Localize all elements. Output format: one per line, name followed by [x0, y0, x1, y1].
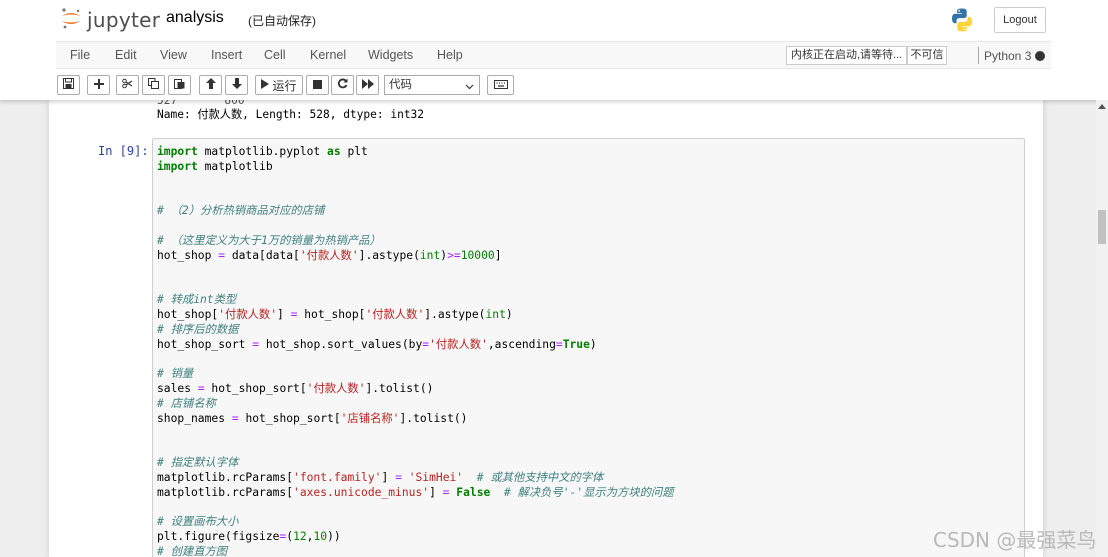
toolbar: 运行 代码 — [0, 69, 1108, 100]
menu-edit[interactable]: Edit — [115, 48, 137, 62]
kernel-busy-indicator — [1035, 51, 1045, 61]
code-cell-editor[interactable]: import matplotlib.pyplot as plt import m… — [152, 138, 1025, 557]
move-up-button[interactable] — [199, 75, 222, 95]
menu-cell[interactable]: Cell — [264, 48, 286, 62]
menu-file[interactable]: File — [70, 48, 90, 62]
trusted-indicator[interactable]: 不可信 — [907, 46, 947, 65]
interrupt-button[interactable] — [306, 75, 329, 95]
run-label: 运行 — [272, 78, 297, 93]
code-line: sales = hot_shop_sort['付款人数'].tolist() — [157, 382, 434, 395]
restart-button[interactable] — [331, 75, 354, 95]
page-scrollbar[interactable] — [1096, 100, 1108, 557]
jupyter-logo[interactable]: jupyter — [60, 7, 160, 33]
chevron-down-icon — [465, 79, 474, 97]
jupyter-logo-text: jupyter — [87, 8, 161, 32]
top-bar: jupyter analysis (已自动保存) Logout — [0, 0, 1108, 40]
cut-button[interactable] — [116, 75, 139, 95]
jupyter-logo-icon — [60, 6, 82, 35]
play-icon — [261, 76, 270, 94]
menu-widgets[interactable]: Widgets — [368, 48, 413, 62]
scrollbar-thumb[interactable] — [1098, 210, 1106, 244]
code-line: # 店铺名称 — [157, 397, 216, 410]
run-button[interactable]: 运行 — [255, 75, 303, 95]
python-logo-icon — [949, 7, 975, 38]
command-palette-button[interactable] — [487, 75, 514, 95]
code-line: # 指定默认字体 — [157, 456, 239, 469]
code-line: # 设置画布大小 — [157, 515, 239, 528]
cell-type-select[interactable]: 代码 — [384, 75, 480, 95]
arrow-up-icon — [205, 76, 216, 94]
move-down-button[interactable] — [225, 75, 248, 95]
kernel-name: Python 3 — [984, 49, 1032, 63]
output-line: 527 800 — [157, 100, 245, 107]
stop-icon — [313, 76, 322, 94]
plus-icon — [93, 76, 104, 94]
code-line: # 销量 — [157, 367, 194, 380]
code-line: # （2）分析热销商品对应的店铺 — [157, 204, 325, 217]
code-line: # 排序后的数据 — [157, 323, 239, 336]
kernel-status-message[interactable]: 内核正在启动,请等待... — [786, 46, 908, 65]
keyboard-icon — [493, 76, 508, 94]
input-prompt: In [9]: — [98, 144, 149, 158]
code-line: plt.figure(figsize=(12,10)) — [157, 530, 341, 543]
notebook-container: 527 800 Name: 付款人数, Length: 528, dtype: … — [49, 100, 1043, 557]
copy-icon — [148, 76, 159, 94]
code-line: shop_names = hot_shop_sort['店铺名称'].tolis… — [157, 412, 468, 425]
restart-run-all-button[interactable] — [356, 75, 379, 95]
paste-button[interactable] — [168, 75, 191, 95]
save-icon — [63, 76, 74, 94]
cell-type-value: 代码 — [389, 79, 412, 91]
menu-kernel[interactable]: Kernel — [310, 48, 346, 62]
logout-button[interactable]: Logout — [994, 7, 1046, 33]
scroll-up-arrow-icon[interactable] — [1098, 104, 1106, 109]
code-line: import matplotlib — [157, 160, 273, 173]
notebook-name[interactable]: analysis — [166, 9, 224, 27]
code-line: matplotlib.rcParams['font.family'] = 'Si… — [157, 471, 604, 484]
restart-icon — [337, 76, 348, 94]
menu-help[interactable]: Help — [437, 48, 463, 62]
paste-icon — [174, 76, 185, 94]
code-line: # 创建直方图 — [157, 545, 228, 557]
autosave-status: (已自动保存) — [248, 14, 316, 28]
code-line: matplotlib.rcParams['axes.unicode_minus'… — [157, 486, 674, 499]
code-line: # （这里定义为大于1万的销量为热销产品） — [157, 234, 381, 247]
kernel-divider — [978, 47, 979, 64]
menu-bar: File Edit View Insert Cell Kernel Widget… — [56, 41, 1051, 69]
menu-insert[interactable]: Insert — [211, 48, 242, 62]
output-line: Name: 付款人数, Length: 528, dtype: int32 — [157, 108, 425, 121]
code-line: hot_shop_sort = hot_shop.sort_values(by=… — [157, 338, 597, 351]
code-line: hot_shop = data[data['付款人数'].astype(int)… — [157, 249, 502, 262]
notebook-header: jupyter analysis (已自动保存) Logout File Edi… — [0, 0, 1108, 100]
arrow-down-icon — [231, 76, 242, 94]
code-line: import matplotlib.pyplot as plt — [157, 145, 368, 158]
save-button[interactable] — [57, 75, 80, 95]
code-line: # 转成int类型 — [157, 293, 237, 306]
code-line: hot_shop['付款人数'] = hot_shop['付款人数'].asty… — [157, 308, 513, 321]
copy-button[interactable] — [142, 75, 165, 95]
fast-forward-icon — [361, 76, 374, 94]
insert-cell-button[interactable] — [87, 75, 110, 95]
menu-view[interactable]: View — [160, 48, 187, 62]
scissors-icon — [122, 76, 133, 94]
csdn-watermark: CSDN @最强菜鸟 — [933, 528, 1097, 552]
